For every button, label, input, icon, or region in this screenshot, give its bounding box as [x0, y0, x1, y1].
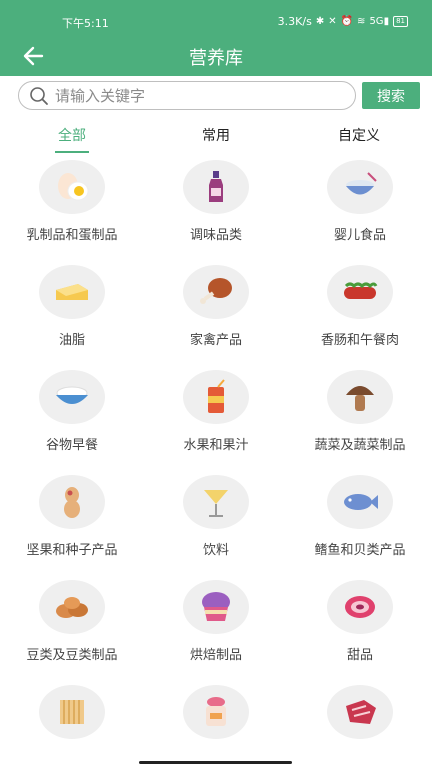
beans-icon — [56, 597, 88, 618]
tab-all[interactable]: 全部 — [27, 125, 117, 145]
category-icon-circle — [183, 160, 249, 214]
egg-icon — [58, 173, 89, 201]
category-label: 油脂 — [58, 333, 85, 348]
category-item-fruit-juice[interactable]: 水果和果汁 — [144, 368, 288, 472]
category-label: 水果和果汁 — [183, 438, 249, 453]
category-label: 甜品 — [346, 648, 373, 663]
category-item-cereals[interactable]: 谷物早餐 — [0, 368, 144, 472]
butter-icon — [56, 284, 88, 300]
battery-level: 81 — [396, 17, 405, 25]
juice-can-icon — [208, 379, 225, 413]
category-icon-circle — [39, 370, 105, 424]
sausage-icon — [344, 282, 378, 299]
category-label: 豆类及豆类制品 — [26, 648, 118, 663]
status-icons: 3.3K/s ✱ ✕ ⏰ ≋ 5G▮ 81 — [278, 15, 408, 28]
mute-icon: ✕ — [328, 15, 337, 27]
category-icon-circle — [183, 580, 249, 634]
jar-icon — [206, 697, 226, 726]
category-item-legumes[interactable]: 豆类及豆类制品 — [0, 578, 144, 682]
category-label: 家禽产品 — [189, 333, 242, 348]
battery-icon: 81 — [393, 16, 408, 27]
category-icon-circle — [39, 265, 105, 319]
search-box[interactable] — [18, 81, 356, 110]
cocktail-glass-icon — [204, 490, 228, 517]
category-icon-circle — [39, 475, 105, 529]
category-tabs: 全部 常用 自定义 — [0, 120, 432, 156]
search-icon — [30, 87, 48, 105]
category-label: 谷物早餐 — [45, 438, 98, 453]
category-item-vegetables[interactable]: 蔬菜及蔬菜制品 — [288, 368, 432, 472]
search-input[interactable] — [55, 84, 345, 108]
sweet-roll-icon — [345, 596, 375, 618]
tab-common[interactable]: 常用 — [171, 125, 261, 145]
status-time: 下午5:11 — [62, 17, 109, 30]
category-item-fats-oils[interactable]: 油脂 — [0, 263, 144, 367]
category-icon-circle — [39, 685, 105, 739]
status-bar: 下午5:11 3.3K/s ✱ ✕ ⏰ ≋ 5G▮ 81 — [0, 0, 432, 36]
bottom-bar — [0, 752, 432, 768]
category-item-nuts-seeds[interactable]: 坚果和种子产品 — [0, 473, 144, 577]
cupcake-icon — [202, 592, 230, 621]
category-item-poultry[interactable]: 家禽产品 — [144, 263, 288, 367]
category-icon-circle — [39, 160, 105, 214]
category-icon-circle — [327, 370, 393, 424]
category-item-sausage[interactable]: 香肠和午餐肉 — [288, 263, 432, 367]
noodles-icon — [60, 700, 84, 724]
category-item-dairy-eggs[interactable]: 乳制品和蛋制品 — [0, 158, 144, 262]
search-row: 搜索 — [0, 76, 432, 116]
baby-food-bowl-icon — [346, 172, 377, 195]
category-item-fish-shellfish[interactable]: 鳍鱼和贝类产品 — [288, 473, 432, 577]
title-bar: 营养库 — [0, 36, 432, 76]
signal-icon: 5G▮ — [369, 15, 390, 27]
search-button[interactable]: 搜索 — [362, 82, 420, 109]
peanut-icon — [64, 487, 80, 518]
category-icon-circle — [327, 685, 393, 739]
category-icon-circle — [327, 580, 393, 634]
category-icon-circle — [183, 685, 249, 739]
network-speed: 3.3K/s — [277, 15, 312, 28]
wifi-icon: ≋ — [357, 15, 366, 27]
tab-custom[interactable]: 自定义 — [314, 125, 404, 145]
category-label: 香肠和午餐肉 — [320, 333, 399, 348]
category-label: 蔬菜及蔬菜制品 — [314, 438, 406, 453]
category-label: 乳制品和蛋制品 — [26, 228, 118, 243]
category-item-baked-goods[interactable]: 烘焙制品 — [144, 578, 288, 682]
fish-icon — [344, 494, 378, 510]
alarm-icon: ⏰ — [340, 15, 354, 27]
bluetooth-icon: ✱ — [315, 15, 325, 27]
active-tab-indicator — [55, 151, 89, 153]
category-label: 婴儿食品 — [333, 228, 386, 243]
mushroom-icon — [346, 386, 374, 411]
category-label: 坚果和种子产品 — [26, 543, 118, 558]
category-icon-circle — [327, 475, 393, 529]
category-item-condiments[interactable]: 调味品类 — [144, 158, 288, 262]
category-icon-circle — [327, 265, 393, 319]
category-label: 鳍鱼和贝类产品 — [314, 543, 406, 558]
meat-icon — [346, 700, 376, 724]
category-icon-circle — [183, 475, 249, 529]
category-label: 调味品类 — [189, 228, 242, 243]
cereal-bowl-icon — [56, 386, 88, 404]
category-label: 烘焙制品 — [189, 648, 242, 663]
signal-label: 5G — [369, 15, 384, 27]
category-icon-circle — [39, 580, 105, 634]
category-icon-circle — [327, 160, 393, 214]
category-item-sweets[interactable]: 甜品 — [288, 578, 432, 682]
category-item-beverages[interactable]: 饮料 — [144, 473, 288, 577]
drumstick-icon — [200, 278, 232, 304]
category-label: 饮料 — [202, 543, 229, 558]
category-icon-circle — [183, 370, 249, 424]
home-indicator[interactable] — [139, 761, 292, 764]
sauce-bottle-icon — [209, 171, 223, 202]
category-icon-circle — [183, 265, 249, 319]
page-title: 营养库 — [189, 48, 243, 69]
category-item-baby-food[interactable]: 婴儿食品 — [288, 158, 432, 262]
